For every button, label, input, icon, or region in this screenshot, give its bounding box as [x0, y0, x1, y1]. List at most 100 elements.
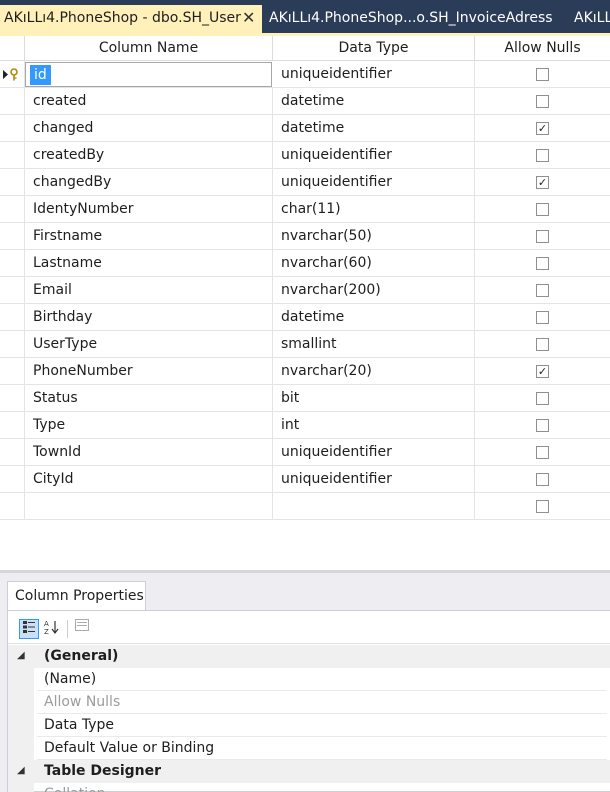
table-row[interactable]: id uniqueidentifier: [0, 61, 610, 88]
row-selector[interactable]: [0, 493, 25, 520]
column-name-cell[interactable]: IdentyNumber: [25, 196, 273, 223]
column-name-cell[interactable]: created: [25, 88, 273, 115]
allow-nulls-checkbox[interactable]: [536, 203, 549, 216]
categorized-icon[interactable]: [19, 619, 39, 639]
column-name-cell[interactable]: Type: [25, 412, 273, 439]
table-row[interactable]: created datetime: [0, 88, 610, 115]
data-type-cell[interactable]: uniqueidentifier: [273, 466, 475, 493]
alphabetical-sort-icon[interactable]: AZ: [42, 619, 62, 639]
row-selector[interactable]: [0, 88, 25, 115]
property-row[interactable]: Allow Nulls: [8, 691, 610, 714]
table-row[interactable]: changed datetime ✓: [0, 115, 610, 142]
row-selector[interactable]: [0, 331, 25, 358]
column-name-header[interactable]: Column Name: [25, 36, 273, 61]
allow-nulls-checkbox[interactable]: [536, 338, 549, 351]
row-selector[interactable]: [0, 142, 25, 169]
table-row[interactable]: Email nvarchar(200): [0, 277, 610, 304]
property-row[interactable]: Default Value or Binding: [8, 737, 610, 760]
row-selector[interactable]: [0, 439, 25, 466]
row-selector[interactable]: [0, 196, 25, 223]
column-name-input[interactable]: id: [25, 62, 272, 87]
data-type-cell[interactable]: datetime: [273, 88, 475, 115]
collapse-icon[interactable]: ◢: [17, 765, 25, 776]
property-pages-icon[interactable]: [72, 619, 92, 639]
table-row[interactable]: [0, 493, 610, 520]
column-name-cell[interactable]: TownId: [25, 439, 273, 466]
table-row[interactable]: Firstname nvarchar(50): [0, 223, 610, 250]
row-selector[interactable]: [0, 223, 25, 250]
row-selector[interactable]: [0, 277, 25, 304]
table-row[interactable]: IdentyNumber char(11): [0, 196, 610, 223]
data-type-header[interactable]: Data Type: [273, 36, 475, 61]
data-type-cell[interactable]: smallint: [273, 331, 475, 358]
allow-nulls-checkbox[interactable]: [536, 257, 549, 270]
data-type-cell[interactable]: uniqueidentifier: [273, 439, 475, 466]
column-name-cell[interactable]: Firstname: [25, 223, 273, 250]
data-type-cell[interactable]: [273, 493, 475, 520]
tab-overflow[interactable]: AKıLL: [574, 5, 610, 35]
allow-nulls-header[interactable]: Allow Nulls: [475, 36, 610, 61]
row-selector[interactable]: [0, 358, 25, 385]
allow-nulls-checkbox[interactable]: [536, 500, 549, 513]
data-type-cell[interactable]: nvarchar(50): [273, 223, 475, 250]
table-row[interactable]: Birthday datetime: [0, 304, 610, 331]
close-icon[interactable]: ✕: [242, 5, 255, 31]
data-type-cell[interactable]: datetime: [273, 304, 475, 331]
table-row[interactable]: Type int: [0, 412, 610, 439]
allow-nulls-checkbox[interactable]: [536, 230, 549, 243]
data-type-cell[interactable]: uniqueidentifier: [273, 169, 475, 196]
row-selector[interactable]: [0, 169, 25, 196]
property-category[interactable]: ◢ Table Designer: [8, 760, 610, 783]
allow-nulls-checkbox[interactable]: [536, 311, 549, 324]
allow-nulls-checkbox[interactable]: ✓: [536, 122, 549, 135]
row-selector[interactable]: [0, 385, 25, 412]
allow-nulls-checkbox[interactable]: [536, 95, 549, 108]
column-name-cell[interactable]: createdBy: [25, 142, 273, 169]
column-name-cell[interactable]: changed: [25, 115, 273, 142]
table-row[interactable]: TownId uniqueidentifier: [0, 439, 610, 466]
table-row[interactable]: createdBy uniqueidentifier: [0, 142, 610, 169]
row-selector[interactable]: [0, 466, 25, 493]
row-selector[interactable]: [0, 250, 25, 277]
allow-nulls-checkbox[interactable]: [536, 149, 549, 162]
data-type-cell[interactable]: nvarchar(60): [273, 250, 475, 277]
property-row[interactable]: (Name): [8, 668, 610, 691]
column-name-cell[interactable]: CityId: [25, 466, 273, 493]
property-row[interactable]: Data Type: [8, 714, 610, 737]
row-selector[interactable]: [0, 304, 25, 331]
allow-nulls-checkbox[interactable]: [536, 419, 549, 432]
property-row[interactable]: Collation: [8, 783, 610, 792]
allow-nulls-checkbox[interactable]: ✓: [536, 365, 549, 378]
table-row[interactable]: PhoneNumber nvarchar(20) ✓: [0, 358, 610, 385]
table-row[interactable]: changedBy uniqueidentifier ✓: [0, 169, 610, 196]
data-type-cell[interactable]: datetime: [273, 115, 475, 142]
data-type-cell[interactable]: char(11): [273, 196, 475, 223]
column-name-cell[interactable]: [25, 493, 273, 520]
column-name-cell[interactable]: UserType: [25, 331, 273, 358]
table-row[interactable]: Lastname nvarchar(60): [0, 250, 610, 277]
tab-sh-user[interactable]: AKıLLı4.PhoneShop - dbo.SH_User ✕: [0, 5, 262, 35]
collapse-icon[interactable]: ◢: [17, 650, 25, 661]
row-selector[interactable]: [0, 61, 25, 88]
data-type-cell[interactable]: nvarchar(200): [273, 277, 475, 304]
allow-nulls-checkbox[interactable]: [536, 473, 549, 486]
table-row[interactable]: UserType smallint: [0, 331, 610, 358]
allow-nulls-checkbox[interactable]: [536, 68, 549, 81]
column-name-cell[interactable]: Email: [25, 277, 273, 304]
row-selector[interactable]: [0, 115, 25, 142]
allow-nulls-checkbox[interactable]: [536, 392, 549, 405]
allow-nulls-checkbox[interactable]: ✓: [536, 176, 549, 189]
property-category[interactable]: ◢ (General): [8, 645, 610, 668]
data-type-cell[interactable]: nvarchar(20): [273, 358, 475, 385]
data-type-cell[interactable]: uniqueidentifier: [273, 142, 475, 169]
tab-column-properties[interactable]: Column Properties: [7, 581, 146, 611]
column-name-cell[interactable]: changedBy: [25, 169, 273, 196]
column-name-cell[interactable]: Lastname: [25, 250, 273, 277]
column-name-cell[interactable]: id: [25, 61, 273, 88]
column-name-cell[interactable]: PhoneNumber: [25, 358, 273, 385]
allow-nulls-checkbox[interactable]: [536, 284, 549, 297]
column-name-cell[interactable]: Birthday: [25, 304, 273, 331]
data-type-cell[interactable]: bit: [273, 385, 475, 412]
column-name-cell[interactable]: Status: [25, 385, 273, 412]
data-type-cell[interactable]: uniqueidentifier: [273, 61, 475, 88]
